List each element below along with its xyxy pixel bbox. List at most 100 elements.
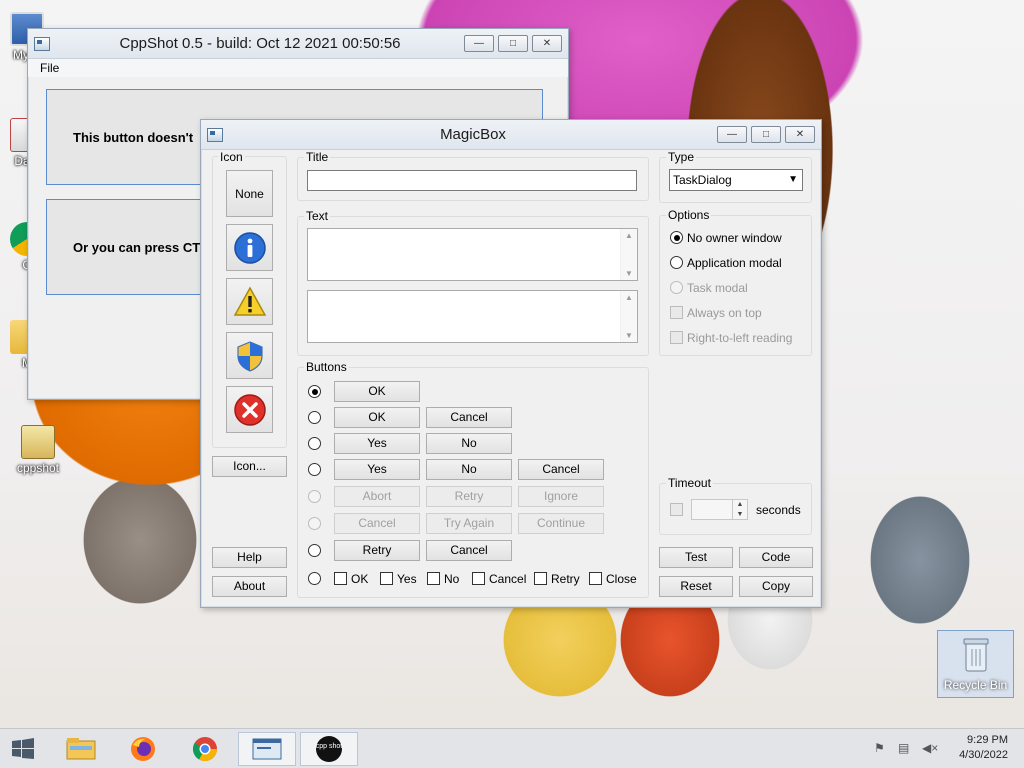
menubar: File <box>28 59 568 77</box>
close-button[interactable]: ✕ <box>785 126 815 143</box>
test-button[interactable]: Test <box>659 547 733 568</box>
preview-yes-button[interactable]: Yes <box>334 433 420 454</box>
maximize-button[interactable]: □ <box>751 126 781 143</box>
preview-continue-button: Continue <box>518 513 604 534</box>
preview-cancel-button[interactable]: Cancel <box>426 540 512 561</box>
taskbar-magicbox[interactable] <box>238 732 296 766</box>
checkbox-ok-label: OK <box>351 572 369 586</box>
type-label: Type <box>666 150 697 164</box>
menu-file[interactable]: File <box>40 61 59 75</box>
clock-date: 4/30/2022 <box>959 749 1008 761</box>
action-center-icon[interactable]: ⚑ <box>874 741 885 755</box>
desktop-icon-recycle-bin[interactable]: Recycle Bin <box>937 630 1014 698</box>
preview-ok-button[interactable]: OK <box>334 381 420 402</box>
desktop-icon-cppshot[interactable]: cppshot <box>3 425 73 475</box>
preview-try-again-button: Try Again <box>426 513 512 534</box>
warning-icon <box>233 285 266 316</box>
firefox-icon <box>131 737 155 761</box>
maximize-button[interactable]: □ <box>498 35 528 52</box>
icon-group-label: Icon <box>218 150 245 164</box>
icon-warning-button[interactable] <box>226 278 273 325</box>
title-label: Title <box>304 150 331 164</box>
title-input[interactable] <box>307 170 637 191</box>
preview-cancel-button[interactable]: Cancel <box>426 407 512 428</box>
taskbar-firefox[interactable] <box>114 732 172 766</box>
checkbox-retry[interactable] <box>534 572 547 585</box>
preview-retry-button[interactable]: Retry <box>334 540 420 561</box>
buttons-radio-0[interactable] <box>308 385 321 398</box>
copy-button[interactable]: Copy <box>739 576 813 597</box>
buttons-radio-3[interactable] <box>308 463 321 476</box>
start-button[interactable] <box>0 732 46 766</box>
recycle-bin-icon <box>963 638 988 672</box>
buttons-radio-custom[interactable] <box>308 572 321 585</box>
buttons-radio-4 <box>308 490 321 503</box>
taskbar-cppshot[interactable]: cpp shot <box>300 732 358 766</box>
type-select-value: TaskDialog <box>673 173 732 187</box>
preview-cancel-button[interactable]: Cancel <box>518 459 604 480</box>
taskbar-chrome[interactable] <box>176 732 234 766</box>
file-explorer-icon <box>66 738 96 760</box>
text-input-expanded[interactable]: ▲ ▼ <box>307 290 638 343</box>
preview-yes-button[interactable]: Yes <box>334 459 420 480</box>
clock-time: 9:29 PM <box>967 734 1008 746</box>
preview-ok-button[interactable]: OK <box>334 407 420 428</box>
window-title: CppShot 0.5 - build: Oct 12 2021 00:50:5… <box>119 35 401 52</box>
checkbox-yes[interactable] <box>380 572 393 585</box>
option-app-modal-label: Application modal <box>687 256 782 270</box>
minimize-button[interactable]: — <box>464 35 494 52</box>
preview-no-button[interactable]: No <box>426 433 512 454</box>
window-title: MagicBox <box>440 126 506 143</box>
option-app-modal-radio[interactable] <box>670 256 683 269</box>
volume-muted-icon[interactable]: ◀× <box>922 741 938 755</box>
timeout-checkbox[interactable] <box>670 503 683 516</box>
preview-abort-button: Abort <box>334 486 420 507</box>
timeout-label: Timeout <box>666 476 713 490</box>
desktop-icon-label: cppshot <box>16 461 60 475</box>
type-select[interactable]: TaskDialog ▼ <box>669 169 803 191</box>
buttons-radio-1[interactable] <box>308 411 321 424</box>
option-no-owner-radio[interactable] <box>670 231 683 244</box>
cppshot-titlebar[interactable]: CppShot 0.5 - build: Oct 12 2021 00:50:5… <box>28 29 568 59</box>
cppshot-file-icon <box>21 425 55 459</box>
taskbar-clock[interactable]: 9:29 PM 4/30/2022 <box>959 733 1008 763</box>
taskbar-explorer[interactable] <box>52 732 110 766</box>
network-icon[interactable]: ▤ <box>898 741 909 755</box>
recycle-bin-label: Recycle Bin <box>943 678 1008 692</box>
icon-browse-button[interactable]: Icon... <box>212 456 287 477</box>
buttons-radio-6[interactable] <box>308 544 321 557</box>
minimize-button[interactable]: — <box>717 126 747 143</box>
preview-cancel-button: Cancel <box>334 513 420 534</box>
checkbox-yes-label: Yes <box>397 572 417 586</box>
reset-button[interactable]: Reset <box>659 576 733 597</box>
buttons-radio-2[interactable] <box>308 437 321 450</box>
options-label: Options <box>666 208 712 222</box>
text-input-main[interactable]: ▲ ▼ <box>307 228 638 281</box>
checkbox-close[interactable] <box>589 572 602 585</box>
magicbox-titlebar[interactable]: MagicBox — □ ✕ <box>201 120 821 150</box>
checkbox-cancel-label: Cancel <box>489 572 527 586</box>
option-rtl-label: Right-to-left reading <box>687 331 793 345</box>
timeout-spinner[interactable]: ▲ ▼ <box>691 499 748 520</box>
checkbox-close-label: Close <box>606 572 637 586</box>
icon-error-button[interactable] <box>226 386 273 433</box>
preview-no-button[interactable]: No <box>426 459 512 480</box>
help-button[interactable]: Help <box>212 547 287 568</box>
icon-none-button[interactable]: None <box>226 170 273 217</box>
scrollbar[interactable]: ▲ ▼ <box>620 229 637 280</box>
option-task-modal-radio <box>670 281 683 294</box>
checkbox-cancel[interactable] <box>472 572 485 585</box>
spinner-arrows[interactable]: ▲ ▼ <box>732 500 747 519</box>
checkbox-no[interactable] <box>427 572 440 585</box>
scrollbar[interactable]: ▲ ▼ <box>620 291 637 342</box>
code-button[interactable]: Code <box>739 547 813 568</box>
text-label: Text <box>304 209 331 223</box>
shield-icon <box>236 340 263 372</box>
checkbox-ok[interactable] <box>334 572 347 585</box>
close-button[interactable]: ✕ <box>532 35 562 52</box>
cppshot-logo-text: cpp shot <box>316 743 343 750</box>
magicbox-window: MagicBox — □ ✕ Icon None Icon... Help Ab… <box>200 119 822 608</box>
about-button[interactable]: About <box>212 576 287 597</box>
icon-information-button[interactable] <box>226 224 273 271</box>
icon-shield-button[interactable] <box>226 332 273 379</box>
